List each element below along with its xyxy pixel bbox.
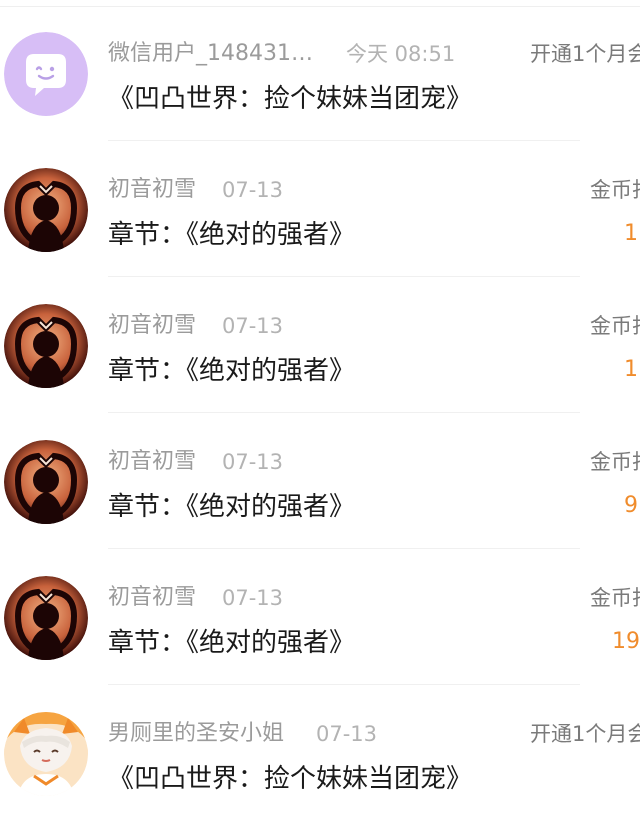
message-list-page: 微信用户_148431… 今天 08:51 《凹凸世界：捡个妹妹当团宠》 开通1… — [0, 0, 640, 832]
right-label: 金币打 — [590, 314, 640, 338]
list-item[interactable]: 初音初雪 07-13 章节：《绝对的强者》 金币打 19 — [0, 549, 640, 685]
message-content[interactable]: 章节：《绝对的强者》 — [108, 353, 355, 389]
silhouette-avatar-icon[interactable] — [4, 576, 88, 660]
coin-amount: 9 — [624, 493, 638, 518]
silhouette-avatar-icon[interactable] — [4, 440, 88, 524]
message-time: 07-13 — [222, 314, 284, 338]
coin-amount: 1 — [624, 357, 638, 382]
list-item[interactable]: 微信用户_148431… 今天 08:51 《凹凸世界：捡个妹妹当团宠》 开通1… — [0, 5, 640, 141]
message-time: 07-13 — [222, 586, 284, 610]
message-content[interactable]: 章节：《绝对的强者》 — [108, 489, 355, 525]
message-content[interactable]: 《凹凸世界：捡个妹妹当团宠》 — [108, 761, 472, 797]
list-item[interactable]: 男厕里的圣安小姐 07-13 《凹凸世界：捡个妹妹当团宠》 开通1个月会 — [0, 685, 640, 821]
right-label: 金币打 — [590, 178, 640, 202]
message-content[interactable]: 章节：《绝对的强者》 — [108, 217, 355, 253]
list-item[interactable]: 初音初雪 07-13 章节：《绝对的强者》 金币打 1 — [0, 141, 640, 277]
message-content[interactable]: 《凹凸世界：捡个妹妹当团宠》 — [108, 81, 472, 117]
message-time: 07-13 — [222, 450, 284, 474]
sender-name[interactable]: 初音初雪 — [108, 175, 196, 205]
right-label: 开通1个月会 — [530, 42, 640, 66]
message-content[interactable]: 章节：《绝对的强者》 — [108, 625, 355, 661]
list-item[interactable]: 初音初雪 07-13 章节：《绝对的强者》 金币打 9 — [0, 413, 640, 549]
right-label: 金币打 — [590, 450, 640, 474]
anime-girl-avatar-icon[interactable] — [4, 712, 88, 796]
message-time: 07-13 — [316, 722, 378, 746]
coin-amount: 19 — [612, 629, 640, 654]
silhouette-avatar-icon[interactable] — [4, 304, 88, 388]
right-label: 开通1个月会 — [530, 722, 640, 746]
silhouette-avatar-icon[interactable] — [4, 168, 88, 252]
sender-name[interactable]: 男厕里的圣安小姐 — [108, 719, 284, 749]
sender-name[interactable]: 初音初雪 — [108, 583, 196, 613]
sender-name[interactable]: 初音初雪 — [108, 311, 196, 341]
message-time: 今天 08:51 — [346, 42, 456, 66]
message-time: 07-13 — [222, 178, 284, 202]
wechat-default-avatar-icon[interactable] — [4, 32, 88, 116]
sender-name[interactable]: 微信用户_148431… — [108, 39, 313, 69]
coin-amount: 1 — [624, 221, 638, 246]
sender-name[interactable]: 初音初雪 — [108, 447, 196, 477]
right-label: 金币打 — [590, 586, 640, 610]
list-item[interactable]: 初音初雪 07-13 章节：《绝对的强者》 金币打 1 — [0, 277, 640, 413]
